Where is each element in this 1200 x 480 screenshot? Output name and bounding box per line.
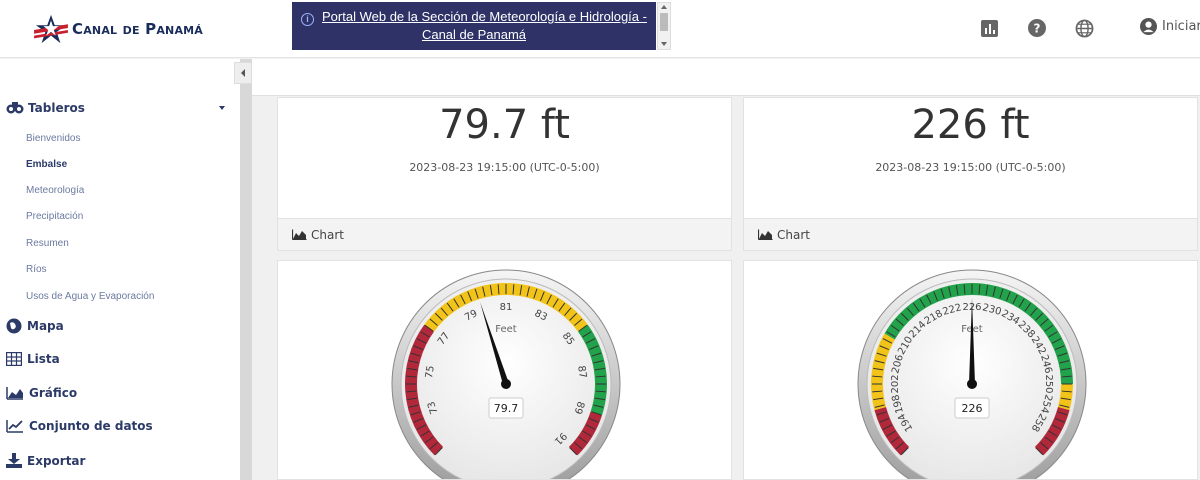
- sidebar-item-grafico[interactable]: Gráfico: [6, 386, 77, 400]
- sidebar-item-exportar[interactable]: Exportar: [6, 453, 85, 468]
- login-label: Iniciar: [1162, 19, 1200, 34]
- sidebar-section-label: Tableros: [28, 101, 85, 115]
- scroll-up-icon[interactable]: [661, 5, 667, 9]
- scroll-down-icon[interactable]: [661, 42, 667, 46]
- collapse-sidebar-button[interactable]: [234, 62, 252, 84]
- gauge-needle-pivot: [967, 379, 977, 389]
- dashboard-icon: [6, 102, 24, 114]
- timestamp: 2023-08-23 19:15:00 (UTC-0-5:00): [875, 161, 1066, 174]
- sidebar-item-tableros[interactable]: Tableros: [6, 99, 231, 117]
- sidebar-item-label: Gráfico: [29, 386, 78, 400]
- area-chart-icon: [292, 229, 307, 240]
- banner-link[interactable]: Portal Web de la Sección de Meteorología…: [322, 9, 647, 42]
- chart-icon[interactable]: [979, 18, 999, 38]
- gauge-tick-label: 75: [424, 365, 437, 379]
- banner-scrollbar[interactable]: [657, 2, 671, 50]
- sidebar-item-conjunto-de-datos[interactable]: Conjunto de datos: [6, 419, 153, 433]
- area-chart-icon: [6, 387, 23, 400]
- download-icon: [6, 453, 22, 468]
- scroll-thumb[interactable]: [660, 13, 668, 31]
- chart-link-label: Chart: [777, 227, 810, 242]
- sidebar-item-label: Lista: [27, 352, 60, 366]
- area-chart-icon: [758, 229, 773, 240]
- map-icon: [6, 318, 22, 334]
- gauge-value-label: 226: [962, 402, 983, 415]
- caret-down-icon[interactable]: [219, 106, 225, 110]
- sidebar-item-label: Conjunto de datos: [29, 419, 153, 433]
- gauge-card-1: 73 75 77 79 81 83 85 87 89 91 Feet 79.7: [277, 260, 732, 480]
- sidebar-item-label: Exportar: [27, 453, 86, 468]
- svg-text:?: ?: [1034, 22, 1041, 36]
- canal-logo[interactable]: Canal de Panamá: [32, 12, 203, 46]
- sidebar-scrollbar[interactable]: [240, 59, 252, 480]
- chart-link[interactable]: Chart: [278, 218, 731, 250]
- table-icon: [6, 352, 22, 366]
- sidebar-item-lista[interactable]: Lista: [6, 352, 60, 366]
- current-value: 226 ft: [911, 102, 1030, 148]
- login-button[interactable]: Iniciar: [1140, 18, 1200, 35]
- gauge-tick-label: 81: [500, 302, 513, 313]
- top-header: Canal de Panamá i Portal Web de la Secció…: [0, 0, 1200, 58]
- user-icon: [1140, 18, 1157, 35]
- value-card-1: 79.7 ft 2023-08-23 19:15:00 (UTC-0-5:00)…: [277, 97, 732, 251]
- current-value: 79.7 ft: [439, 102, 570, 148]
- line-chart-icon: [6, 420, 23, 433]
- sidebar-subitem-usos-de-agua[interactable]: Usos de Agua y Evaporación: [26, 291, 154, 302]
- info-icon: i: [301, 13, 315, 26]
- gauge-unit-label: Feet: [495, 324, 517, 335]
- gauge-tick-label: 87: [575, 365, 588, 379]
- sidebar-subitem-bienvenidos[interactable]: Bienvenidos: [26, 133, 80, 144]
- sidebar-subitem-meteorologia[interactable]: Meteorología: [26, 185, 84, 196]
- sidebar-subitem-rios[interactable]: Ríos: [26, 264, 47, 275]
- gauge-chart: 73757779818385878991Feet79.7: [391, 269, 621, 479]
- gauge-value-label: 79.7: [494, 402, 519, 415]
- sidebar-subitem-resumen[interactable]: Resumen: [26, 238, 69, 249]
- gauge-tick-label: 202: [890, 374, 901, 393]
- sidebar-item-label: Mapa: [27, 319, 64, 333]
- timestamp: 2023-08-23 19:15:00 (UTC-0-5:00): [409, 161, 600, 174]
- chart-link-label: Chart: [311, 227, 344, 242]
- gauge-chart: 1941982022062102142182222262302342382422…: [857, 269, 1087, 479]
- chevron-left-icon: [241, 69, 245, 77]
- gauge-card-2: 1941982022062102142182222262302342382422…: [743, 260, 1198, 480]
- value-card-2: 226 ft 2023-08-23 19:15:00 (UTC-0-5:00) …: [743, 97, 1198, 251]
- content-toolbar: [252, 59, 1200, 96]
- canal-logo-icon: [34, 14, 68, 44]
- help-icon[interactable]: ?: [1027, 18, 1047, 38]
- logo-text: Canal de Panamá: [72, 20, 204, 38]
- gauge-needle-pivot: [501, 379, 511, 389]
- sidebar-subitem-embalse[interactable]: Embalse: [26, 159, 67, 170]
- chart-link[interactable]: Chart: [744, 218, 1197, 250]
- sidebar-subitem-precipitacion[interactable]: Precipitación: [26, 211, 83, 222]
- sidebar-item-mapa[interactable]: Mapa: [6, 318, 64, 334]
- gauge-tick-label: 250: [1043, 374, 1054, 393]
- globe-icon[interactable]: [1074, 18, 1094, 38]
- announcement-banner: i Portal Web de la Sección de Meteorologí…: [292, 2, 656, 50]
